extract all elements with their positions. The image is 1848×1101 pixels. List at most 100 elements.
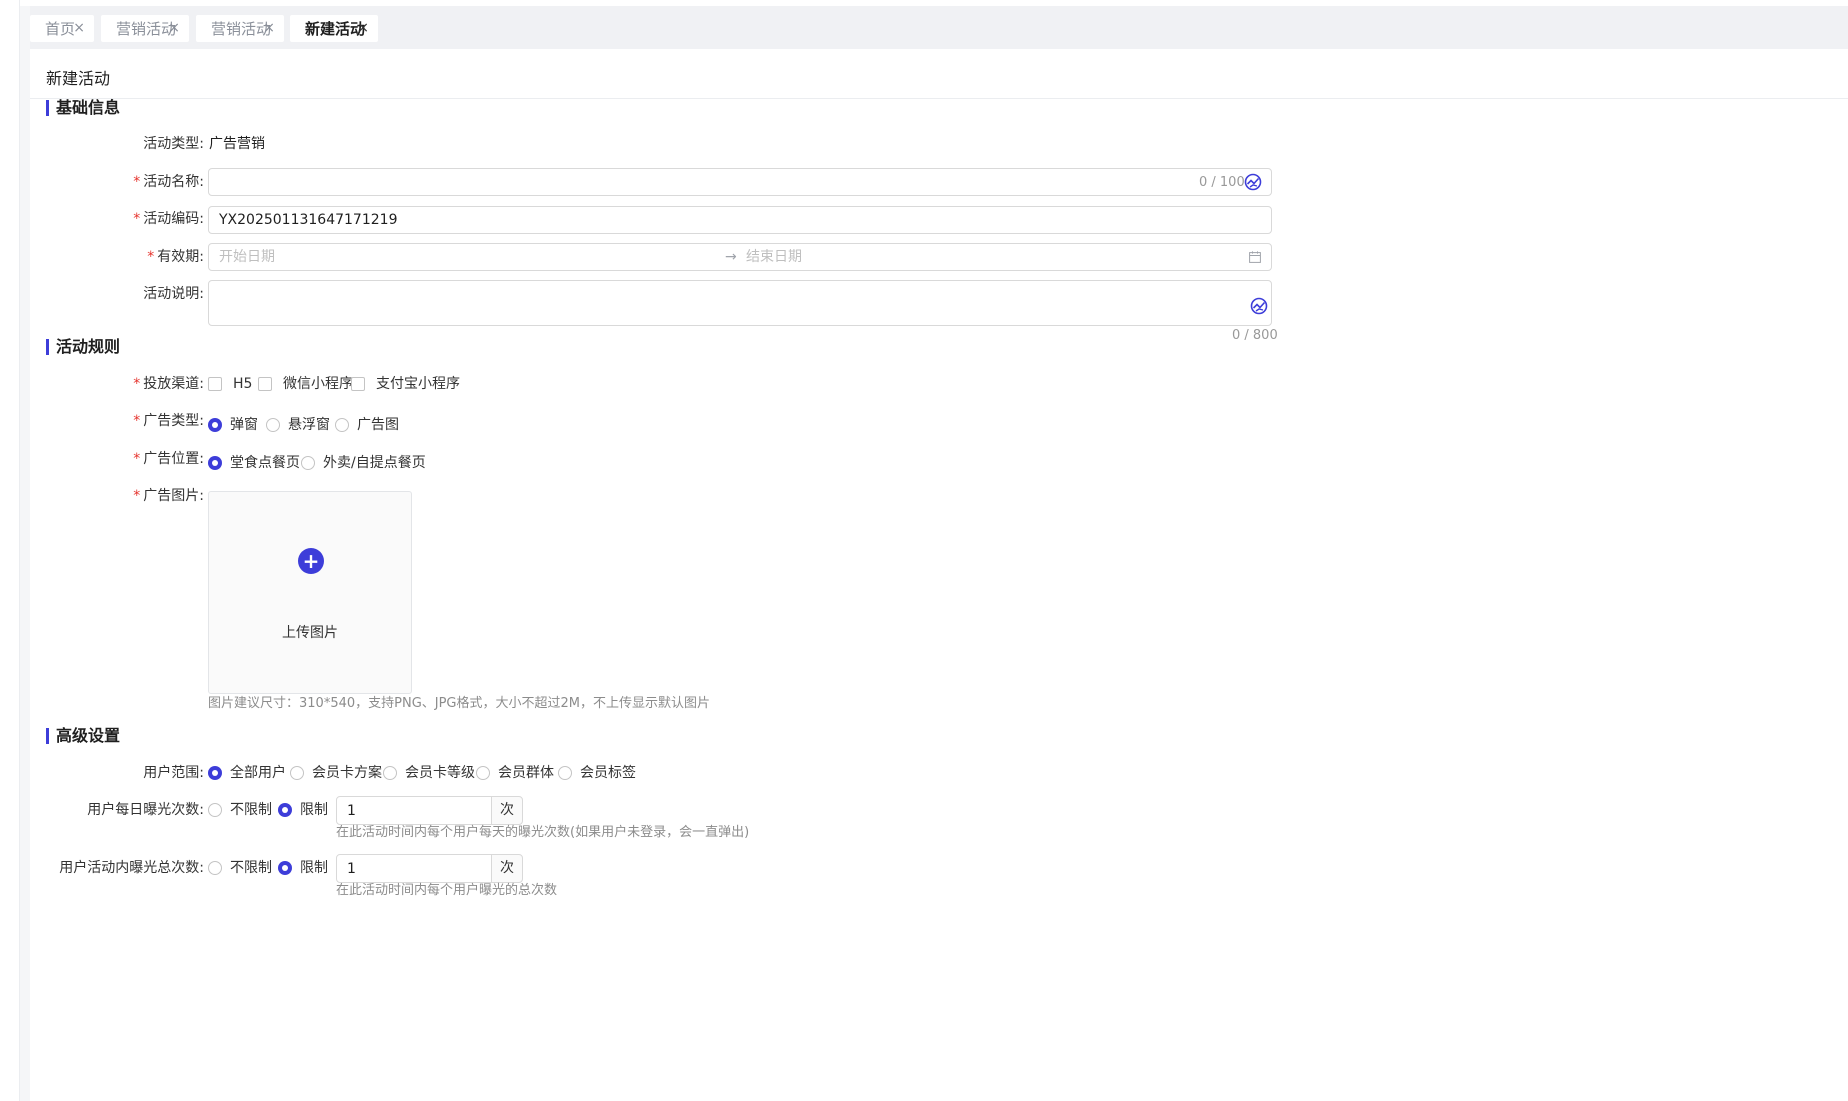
field-label-desc: 活动说明:	[0, 284, 204, 304]
label-text: 活动类型:	[143, 136, 204, 152]
field-label-code: * 活动编码:	[0, 209, 204, 229]
total-option-unlimited[interactable]: 不限制	[208, 858, 272, 878]
option-label: 会员群体	[498, 765, 554, 781]
close-icon[interactable]: ×	[357, 15, 369, 42]
user-scope-option-group[interactable]: 会员群体	[476, 763, 554, 783]
radio-selected[interactable]	[278, 803, 292, 817]
checkbox[interactable]	[208, 377, 222, 391]
tab-label: 营销活动	[116, 20, 177, 38]
label-text: 有效期:	[157, 249, 204, 265]
radio[interactable]	[335, 418, 349, 432]
ad-position-option-dinein[interactable]: 堂食点餐页	[208, 453, 300, 473]
channel-option-alipay[interactable]: 支付宝小程序	[351, 374, 460, 394]
user-scope-option-card-plan[interactable]: 会员卡方案	[290, 763, 382, 783]
unit-addon: 次	[491, 854, 523, 883]
option-label: 会员卡方案	[312, 765, 382, 781]
desc-char-counter: 0 / 800	[1232, 328, 1278, 343]
ad-position-option-takeout[interactable]: 外卖/自提点餐页	[301, 453, 426, 473]
calendar-icon	[1249, 251, 1261, 263]
left-sidebar-edge	[0, 0, 19, 1101]
option-label: 不限制	[230, 802, 272, 818]
tab-bar: 首页 × 营销活动 × 营销活动 × 新建活动 ×	[30, 6, 1848, 49]
option-label: 弹窗	[230, 417, 258, 433]
option-label: 悬浮窗	[288, 417, 330, 433]
field-label-period: * 有效期:	[0, 247, 204, 267]
required-mark: *	[133, 451, 141, 467]
option-label: 堂食点餐页	[230, 455, 300, 471]
section-title-advanced: 高级设置	[46, 726, 120, 746]
radio[interactable]	[266, 418, 280, 432]
user-scope-option-all[interactable]: 全部用户	[208, 763, 286, 783]
ad-type-option-floating[interactable]: 悬浮窗	[266, 415, 330, 435]
radio[interactable]	[558, 766, 572, 780]
tab-new-activity[interactable]: 新建活动 ×	[290, 15, 378, 42]
start-date-placeholder[interactable]: 开始日期	[219, 244, 275, 270]
option-label: 不限制	[230, 860, 272, 876]
tab-label: 首页	[45, 20, 76, 38]
close-icon[interactable]: ×	[168, 15, 180, 42]
required-mark: *	[133, 488, 141, 504]
unit-addon: 次	[491, 796, 523, 825]
field-label-ad-position: * 广告位置:	[0, 449, 204, 469]
option-label: 全部用户	[230, 765, 286, 781]
label-text: 用户活动内曝光总次数:	[59, 860, 204, 876]
total-exposure-hint: 在此活动时间内每个用户曝光的总次数	[336, 883, 558, 898]
tab-home[interactable]: 首页 ×	[30, 15, 94, 42]
tab-marketing-1[interactable]: 营销活动 ×	[101, 15, 189, 42]
user-scope-option-tag[interactable]: 会员标签	[558, 763, 636, 783]
daily-option-unlimited[interactable]: 不限制	[208, 800, 272, 820]
label-text: 活动名称:	[143, 174, 204, 190]
daily-option-limit[interactable]: 限制	[278, 800, 328, 820]
range-arrow-icon: →	[725, 249, 737, 265]
option-label: 外卖/自提点餐页	[323, 455, 426, 471]
daily-count-input[interactable]	[336, 796, 492, 825]
radio[interactable]	[301, 456, 315, 470]
radio[interactable]	[383, 766, 397, 780]
activity-code-input[interactable]	[208, 206, 1272, 234]
required-mark: *	[133, 413, 141, 429]
ad-type-option-popup[interactable]: 弹窗	[208, 415, 258, 435]
radio[interactable]	[476, 766, 490, 780]
option-label: 限制	[300, 802, 328, 818]
checkbox[interactable]	[351, 377, 365, 391]
field-label-ad-type: * 广告类型:	[0, 411, 204, 431]
activity-name-input[interactable]	[208, 168, 1272, 196]
option-label: 限制	[300, 860, 328, 876]
close-icon[interactable]: ×	[263, 15, 275, 42]
channel-option-wechat[interactable]: 微信小程序	[258, 374, 353, 394]
daily-exposure-hint: 在此活动时间内每个用户每天的曝光次数(如果用户未登录，会一直弹出)	[336, 825, 750, 840]
close-icon[interactable]: ×	[73, 15, 85, 42]
validity-date-range[interactable]: 开始日期 → 结束日期	[208, 243, 1272, 271]
end-date-placeholder[interactable]: 结束日期	[746, 244, 802, 270]
ad-type-option-banner[interactable]: 广告图	[335, 415, 399, 435]
field-label-channel: * 投放渠道:	[0, 374, 204, 394]
radio-selected[interactable]	[208, 456, 222, 470]
user-scope-option-card-level[interactable]: 会员卡等级	[383, 763, 475, 783]
radio-selected[interactable]	[208, 766, 222, 780]
option-label: 微信小程序	[283, 376, 353, 392]
field-label-daily-exposure: 用户每日曝光次数:	[0, 800, 204, 820]
total-option-limit[interactable]: 限制	[278, 858, 328, 878]
radio-selected[interactable]	[208, 418, 222, 432]
option-label: 会员标签	[580, 765, 636, 781]
required-mark: *	[133, 211, 141, 227]
tab-label: 营销活动	[211, 20, 272, 38]
label-text: 用户范围:	[143, 765, 204, 781]
radio-selected[interactable]	[278, 861, 292, 875]
activity-type-value: 广告营销	[209, 136, 265, 152]
radio[interactable]	[208, 803, 222, 817]
tab-marketing-2[interactable]: 营销活动 ×	[196, 15, 284, 42]
radio[interactable]	[290, 766, 304, 780]
activity-description-textarea[interactable]	[208, 280, 1272, 326]
total-count-input[interactable]	[336, 854, 492, 883]
radio[interactable]	[208, 861, 222, 875]
checkbox[interactable]	[258, 377, 272, 391]
channel-option-h5[interactable]: H5	[208, 374, 252, 394]
label-text: 广告位置:	[143, 451, 204, 467]
label-text: 用户每日曝光次数:	[87, 802, 204, 818]
ai-assist-icon[interactable]	[1244, 173, 1262, 191]
upload-image-button[interactable]: + 上传图片	[208, 491, 412, 694]
divider	[30, 98, 1848, 99]
option-label: H5	[233, 376, 253, 392]
ai-assist-icon[interactable]	[1250, 297, 1268, 315]
